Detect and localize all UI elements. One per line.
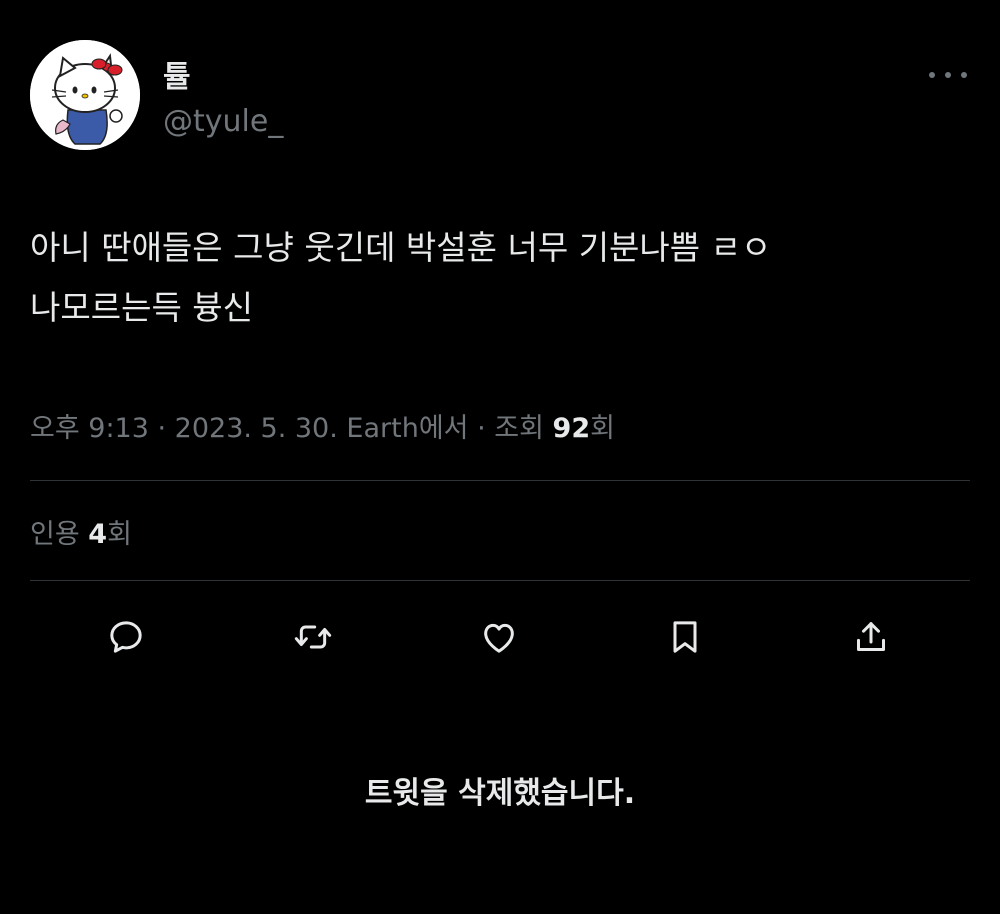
tweet-source: Earth에서 [346, 413, 469, 444]
tweet-date[interactable]: 2023. 5. 30. [175, 413, 338, 444]
reply-icon [110, 621, 142, 653]
meta-separator: · [148, 413, 175, 444]
avatar[interactable] [30, 40, 140, 150]
hello-kitty-avatar-image [30, 40, 140, 150]
tweet-text: 아니 딴애들은 그냥 웃긴데 박설훈 너무 기분나쁨 ㄹㅇ 나모르는득 븅신 [30, 218, 970, 338]
tweet-meta: 오후 9:13 · 2023. 5. 30. Earth에서 · 조회 92회 [30, 406, 615, 445]
views-suffix: 회 [590, 413, 615, 444]
quotes-count: 4 [88, 519, 108, 550]
bookmark-button[interactable] [660, 612, 710, 662]
tweet-text-line: 아니 딴애들은 그냥 웃긴데 박설훈 너무 기분나쁨 ㄹㅇ [30, 228, 772, 267]
divider [30, 580, 970, 581]
reply-button[interactable] [101, 612, 151, 662]
quotes-label: 인용 [30, 519, 89, 550]
divider [30, 480, 970, 481]
bookmark-icon [673, 621, 697, 653]
user-handle[interactable]: @tyule_ [163, 104, 283, 139]
share-icon [857, 622, 885, 651]
more-options-icon[interactable] [926, 66, 970, 84]
tweet-time[interactable]: 오후 9:13 [30, 413, 149, 444]
retweet-icon [294, 625, 332, 649]
heart-icon [484, 623, 514, 653]
quotes-suffix: 회 [107, 519, 132, 550]
action-bar [0, 612, 1000, 662]
like-button[interactable] [474, 612, 524, 662]
quotes-row[interactable]: 인용 4회 [30, 512, 132, 551]
meta-separator: · [468, 413, 495, 444]
display-name[interactable]: 튤 [163, 52, 191, 96]
retweet-button[interactable] [288, 612, 338, 662]
tweet-text-line: 나모르는득 븅신 [30, 288, 254, 327]
tweet-deleted-message: 트윗을 삭제했습니다. [364, 776, 636, 811]
share-button[interactable] [846, 612, 896, 662]
views-count: 92 [552, 413, 591, 444]
views-label: 조회 [494, 413, 553, 444]
